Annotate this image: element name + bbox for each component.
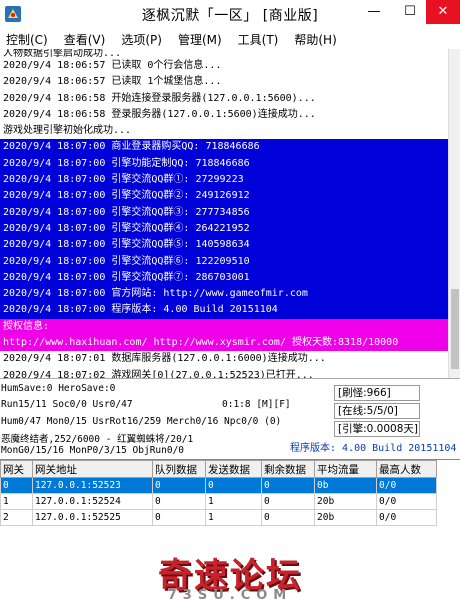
table-row[interactable]: 2 127.0.0.1:52525 0 1 0 20b 0/0 [0, 509, 437, 526]
log-line: 2020/9/4 18:07:01 数据库服务器(127.0.0.1:6000)… [3, 353, 326, 365]
maximize-button[interactable]: ☐ [392, 0, 428, 24]
log-lines: 2020/9/4 18:06:57 已读取 0个行会信息... 2020/9/4 … [0, 58, 448, 378]
log-line: 2020/9/4 18:07:00 商业登录器购买QQ: 718846686 [0, 139, 448, 156]
menu-view[interactable]: 查看(V) [64, 31, 106, 48]
table-cell: 1 [205, 493, 262, 510]
table-body: 0 127.0.0.1:52523 0 0 0 0b 0/0 1 127.0.0.1:52524… [0, 477, 437, 526]
status-run: Run15/11 Soc0/0 Usr0/47 [1, 399, 133, 410]
status-counters: Hum0/47 Mon0/15 UsrRot16/259 Merch0/16 N… [1, 416, 282, 427]
table-cell: 0/0 [376, 477, 437, 494]
scrollbar-thumb[interactable] [451, 289, 459, 369]
menu-tools[interactable]: 工具(T) [238, 31, 279, 48]
menu-control[interactable]: 控制(C) [6, 31, 48, 48]
log-line: 2020/9/4 18:06:58 开始连接登录服务器(127.0.0.1:56… [3, 92, 316, 104]
column-header[interactable]: 网关地址 [32, 460, 153, 478]
column-header[interactable]: 最高人数 [376, 460, 437, 478]
table-row[interactable]: 1 127.0.0.1:52524 0 1 0 20b 0/0 [0, 493, 437, 510]
table-cell: 0 [261, 477, 315, 494]
table-cell: 127.0.0.1:52523 [32, 477, 153, 494]
log-scrollbar[interactable] [448, 49, 460, 378]
table-cell: 1 [0, 493, 33, 510]
status-panel: HumSave:0 HeroSave:0 Run15/11 Soc0/0 Usr… [0, 378, 460, 458]
log-line: 游戏处理引擎初始化成功... [3, 125, 132, 137]
table-cell: 20b [314, 493, 377, 510]
table-cell: 0/0 [376, 509, 437, 526]
table-cell: 0 [0, 477, 33, 494]
column-header[interactable]: 队列数据 [152, 460, 206, 478]
table-header: 网关 网关地址 队列数据 发送数据 剩余数据 平均流量 最高人数 [0, 460, 437, 478]
table-cell: 1 [205, 509, 262, 526]
log-line: 2020/9/4 18:07:00 引擎交流QQ群③: 277734856 [0, 204, 448, 221]
log-line: 2020/9/4 18:06:57 已读取 1个城堡信息... [3, 76, 222, 88]
status-mon-gen: MonG0/15/16 MonP0/3/15 ObjRun0/0 [1, 445, 185, 456]
log-line: 2020/9/4 18:07:00 引擎交流QQ群⑤: 140598634 [0, 237, 448, 254]
log-line: 2020/9/4 18:07:00 程序版本: 4.00 Build 20151… [0, 302, 448, 319]
log-line: 授权信息: [0, 318, 448, 336]
close-button[interactable]: ✕ [426, 0, 460, 24]
online-box: [在线:5/5/0] [334, 403, 420, 419]
status-monster: 恶魔终结者,252/6000 - 红翼蜘蛛将/20/1 [1, 434, 194, 445]
table-cell: 0 [261, 509, 315, 526]
minimize-button[interactable]: — [356, 0, 392, 24]
title-bar: 逐枫沉默「一区」 [商业版] — ☐ ✕ [0, 0, 460, 29]
log-area[interactable]: 人物数据引擎启动成功... 2020/9/4 18:06:57 已读取 0个行会… [0, 49, 448, 378]
status-save: HumSave:0 HeroSave:0 [1, 383, 116, 394]
table-cell: 0 [152, 493, 206, 510]
column-header[interactable]: 平均流量 [314, 460, 377, 478]
column-header[interactable]: 剩余数据 [261, 460, 315, 478]
table-cell: 0/0 [376, 493, 437, 510]
column-header[interactable]: 发送数据 [205, 460, 262, 478]
version-label: 程序版本: 4.00 Build 20151104 [290, 443, 457, 454]
menu-bar: 控制(C) 查看(V) 选项(P) 管理(M) 工具(T) 帮助(H) [0, 29, 460, 49]
log-line: http://www.haxihuan.com/ http://www.xysm… [0, 335, 448, 352]
forum-watermark: 奇速论坛 73SU.COM [140, 548, 320, 606]
log-line: 2020/9/4 18:07:00 引擎交流QQ群⑥: 122209510 [0, 253, 448, 270]
menu-help[interactable]: 帮助(H) [294, 31, 336, 48]
table-row[interactable]: 0 127.0.0.1:52523 0 0 0 0b 0/0 [0, 477, 437, 494]
log-line: 2020/9/4 18:07:00 引擎交流QQ群②: 249126912 [0, 188, 448, 205]
watermark-sub: 73SU.COM [167, 588, 293, 603]
table-cell: 0 [152, 509, 206, 526]
column-header[interactable]: 网关 [0, 460, 33, 478]
table-cell: 0b [314, 477, 377, 494]
table-cell: 127.0.0.1:52525 [32, 509, 153, 526]
menu-manage[interactable]: 管理(M) [178, 31, 222, 48]
log-line: 2020/9/4 18:07:00 引擎功能定制QQ: 718846686 [0, 155, 448, 173]
table-cell: 127.0.0.1:52524 [32, 493, 153, 510]
log-line: 2020/9/4 18:07:00 官方网站: http://www.gameo… [0, 286, 448, 303]
log-line: 2020/9/4 18:06:57 已读取 0个行会信息... [3, 60, 222, 71]
table-cell: 2 [0, 509, 33, 526]
log-line: 2020/9/4 18:07:02 游戏网关[0](27.0.0.1:52523… [3, 369, 314, 378]
log-line: 2020/9/4 18:07:00 引擎交流QQ群④: 264221952 [0, 220, 448, 238]
log-line: 人物数据引擎启动成功... [3, 49, 122, 58]
refresh-box: [刷怪:966] [334, 385, 420, 401]
log-line: 2020/9/4 18:06:58 登录服务器(127.0.0.1:5600)连… [3, 108, 316, 120]
log-line: 2020/9/4 18:07:00 引擎交流QQ群⑦: 286703001 [0, 269, 448, 287]
log-line: 2020/9/4 18:07:00 引擎交流QQ群①: 27299223 [0, 172, 448, 189]
table-cell: 0 [152, 477, 206, 494]
status-time: 0:1:8 [M][F] [222, 399, 291, 410]
table-cell: 20b [314, 509, 377, 526]
gateway-table: 网关 网关地址 队列数据 发送数据 剩余数据 平均流量 最高人数 0 127.0.0.1:52… [0, 460, 437, 526]
table-cell: 0 [261, 493, 315, 510]
menu-options[interactable]: 选项(P) [121, 31, 162, 48]
engine-box: [引擎:0.0008天] [334, 421, 420, 437]
table-cell: 0 [205, 477, 262, 494]
